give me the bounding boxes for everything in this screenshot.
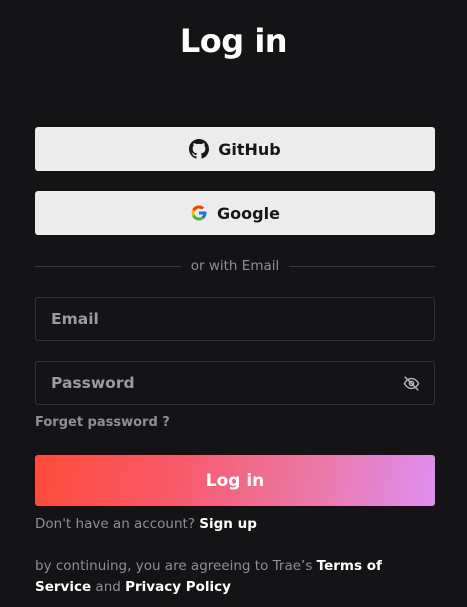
email-input[interactable] <box>51 310 420 328</box>
divider-line-right <box>289 265 435 267</box>
page-title: Log in <box>179 22 288 60</box>
password-field-container <box>35 361 435 405</box>
github-login-button[interactable]: GitHub <box>35 127 435 171</box>
eye-slash-icon[interactable] <box>403 375 420 392</box>
forget-password-link[interactable]: Forget password ? <box>35 415 170 430</box>
signup-link[interactable]: Sign up <box>199 516 257 532</box>
email-field-container <box>35 297 435 341</box>
google-login-button[interactable]: Google <box>35 191 435 235</box>
signup-prompt-text: Don't have an account? <box>35 516 195 532</box>
email-divider: or with Email <box>35 257 435 275</box>
github-login-label: GitHub <box>218 139 281 159</box>
github-icon <box>189 139 210 159</box>
login-page: Log in GitHub Google or with Email Email… <box>0 0 467 607</box>
google-login-label: Google <box>217 203 280 223</box>
privacy-policy-link[interactable]: Privacy Policy <box>125 579 231 595</box>
terms-conjunction-text: and <box>95 579 121 595</box>
login-button[interactable]: Log in <box>35 455 435 506</box>
signup-prompt-line: Don't have an account? Sign up <box>35 516 257 532</box>
google-icon <box>190 204 208 222</box>
divider-line-left <box>35 265 181 267</box>
divider-text: or with Email <box>190 258 280 274</box>
password-input[interactable] <box>51 374 403 392</box>
terms-notice: by continuing, you are agreeing to Trae’… <box>35 556 435 598</box>
terms-prefix-text: by continuing, you are agreeing to Trae’… <box>35 558 313 574</box>
